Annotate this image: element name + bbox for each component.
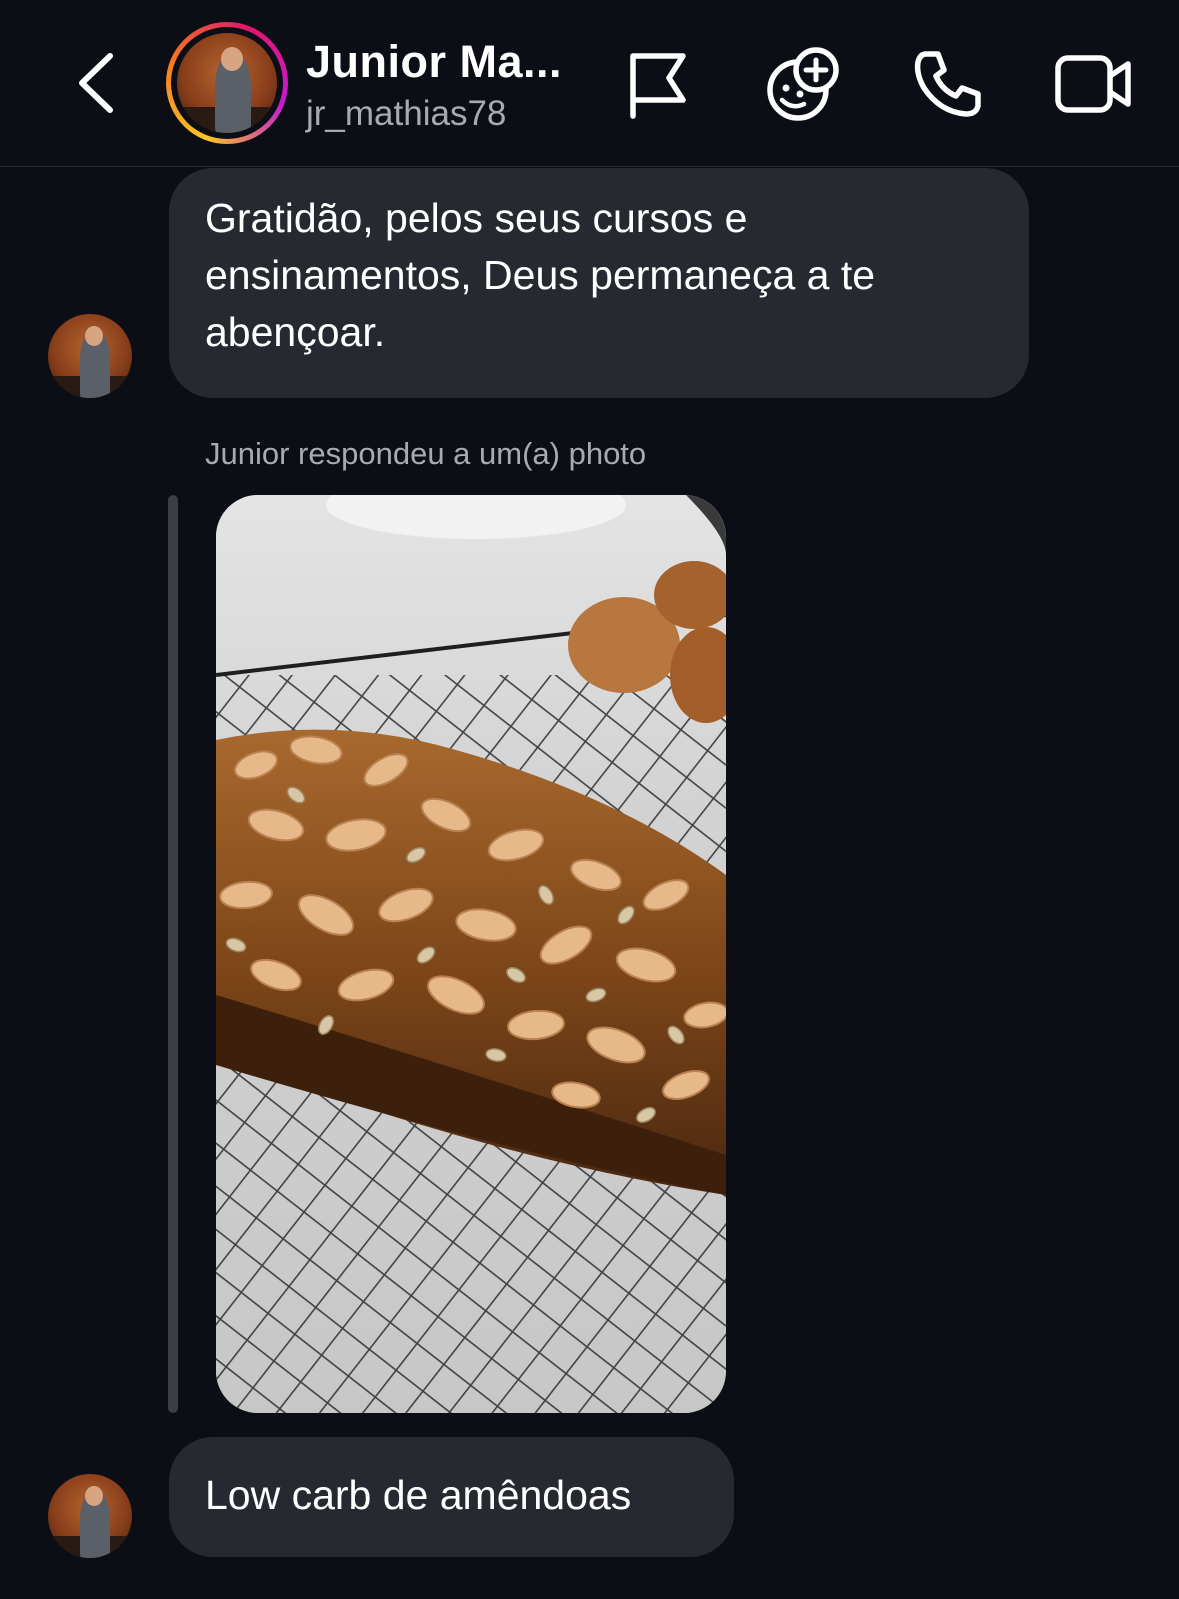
reply-indicator-bar [168, 495, 178, 1413]
avatar-photo [48, 1474, 132, 1558]
bread-photo [216, 495, 726, 1413]
add-sticker-icon [767, 47, 839, 121]
video-camera-icon [1055, 55, 1131, 113]
avatar-photo [177, 33, 277, 133]
phone-icon [914, 51, 981, 117]
sender-avatar[interactable] [48, 1474, 132, 1558]
contact-handle[interactable]: jr_mathias78 [306, 94, 506, 134]
thread-header: Junior Ma... jr_mathias78 [0, 0, 1179, 167]
chevron-left-icon [79, 53, 113, 113]
avatar-photo [48, 314, 132, 398]
sticker-button[interactable] [764, 44, 844, 124]
call-button[interactable] [908, 44, 988, 124]
message-bubble[interactable]: Low carb de amêndoas [169, 1437, 734, 1557]
dm-thread: Junior Ma... jr_mathias78 Gratidão, pelo… [0, 0, 1179, 1599]
sender-avatar[interactable] [48, 314, 132, 398]
back-button[interactable] [66, 48, 126, 118]
video-call-button[interactable] [1054, 44, 1134, 124]
report-button[interactable] [618, 44, 698, 124]
message-bubble[interactable]: Gratidão, pelos seus cursos e ensinament… [169, 168, 1029, 398]
reply-caption: Junior respondeu a um(a) photo [205, 436, 647, 471]
flag-icon [630, 53, 686, 119]
replied-photo[interactable] [216, 495, 726, 1413]
profile-avatar[interactable] [166, 22, 288, 144]
contact-name[interactable]: Junior Ma... [306, 36, 562, 88]
